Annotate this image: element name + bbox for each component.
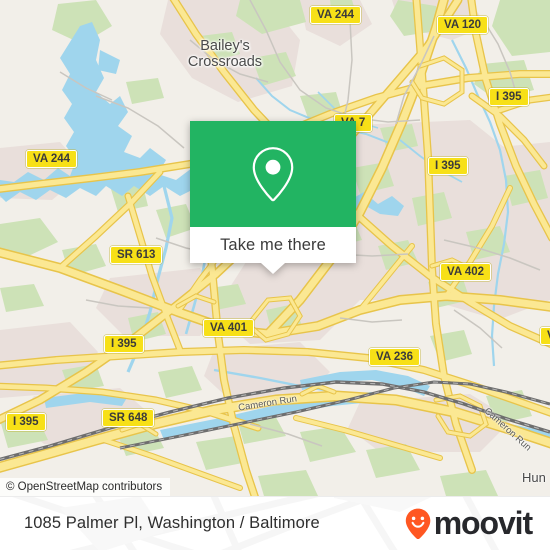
moovit-wordmark: moovit xyxy=(433,505,533,541)
popup-tail xyxy=(261,263,285,274)
popup-pin-area xyxy=(190,121,356,227)
place-label-line2: Crossroads xyxy=(187,54,263,70)
address-label: 1085 Palmer Pl, Washington / Baltimore xyxy=(24,513,320,532)
road-shield-va-244-top: VA 244 xyxy=(310,6,362,24)
place-label-line1: Bailey's xyxy=(200,38,250,54)
road-shield-sr-648: SR 648 xyxy=(102,409,155,427)
destination-popup-card[interactable]: Take me there xyxy=(190,121,356,274)
road-shield-va-244-left: VA 244 xyxy=(26,150,78,168)
road-shield-va-401: VA 401 xyxy=(203,319,255,337)
osm-attribution[interactable]: © OpenStreetMap contributors xyxy=(0,478,171,496)
road-shield-va-120: VA 120 xyxy=(437,16,489,34)
take-me-there-button[interactable]: Take me there xyxy=(190,227,356,263)
place-label-hun-clipped: Hun xyxy=(522,470,546,485)
road-shield-sr-613: SR 613 xyxy=(110,246,163,264)
road-shield-va-7-right-clipped: VA 7 xyxy=(540,327,550,345)
road-shield-i-395-mid: I 395 xyxy=(104,335,144,353)
map-viewport[interactable]: Bailey's Crossroads Cameron Run Cameron … xyxy=(0,0,550,496)
place-label-baileys-crossroads: Bailey's Crossroads xyxy=(160,38,290,70)
road-shield-va-236: VA 236 xyxy=(369,348,421,366)
moovit-brand[interactable]: moovit xyxy=(405,505,533,541)
road-shield-va-402: VA 402 xyxy=(440,263,492,281)
road-shield-i-395-ne: I 395 xyxy=(489,88,529,106)
road-shield-i-395-sw: I 395 xyxy=(6,413,46,431)
moovit-pin-smiley-icon xyxy=(405,508,431,539)
map-pin-icon xyxy=(252,147,294,202)
moovit-map-screen: Bailey's Crossroads Cameron Run Cameron … xyxy=(0,0,550,550)
footer-bar: 1085 Palmer Pl, Washington / Baltimore m… xyxy=(0,496,550,550)
road-shield-i-395-e: I 395 xyxy=(428,157,468,175)
